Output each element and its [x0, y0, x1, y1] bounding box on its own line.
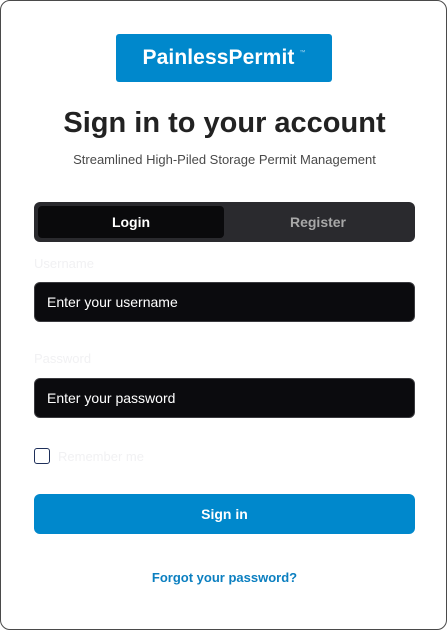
remember-me-checkbox[interactable]	[34, 448, 50, 464]
username-label: Username	[34, 256, 94, 271]
remember-me-label: Remember me	[58, 448, 144, 464]
password-input[interactable]	[34, 378, 415, 418]
sign-in-button[interactable]: Sign in	[34, 494, 415, 534]
trademark-mark: ™	[299, 50, 306, 56]
page-subtitle: Streamlined High-Piled Storage Permit Ma…	[73, 152, 376, 167]
brand-name: PainlessPermit	[142, 46, 295, 69]
auth-tabs: Login Register	[34, 202, 415, 242]
remember-me-row: Remember me	[34, 448, 144, 464]
brand-logo: PainlessPermit ™	[116, 34, 332, 82]
forgot-password-link[interactable]: Forgot your password?	[1, 570, 446, 585]
page-title: Sign in to your account	[63, 107, 386, 139]
tab-login[interactable]: Login	[38, 206, 224, 238]
password-label: Password	[34, 351, 92, 366]
tab-register[interactable]: Register	[225, 206, 411, 238]
username-input[interactable]	[34, 282, 415, 322]
login-card: PainlessPermit ™ Sign in to your account…	[0, 0, 447, 630]
